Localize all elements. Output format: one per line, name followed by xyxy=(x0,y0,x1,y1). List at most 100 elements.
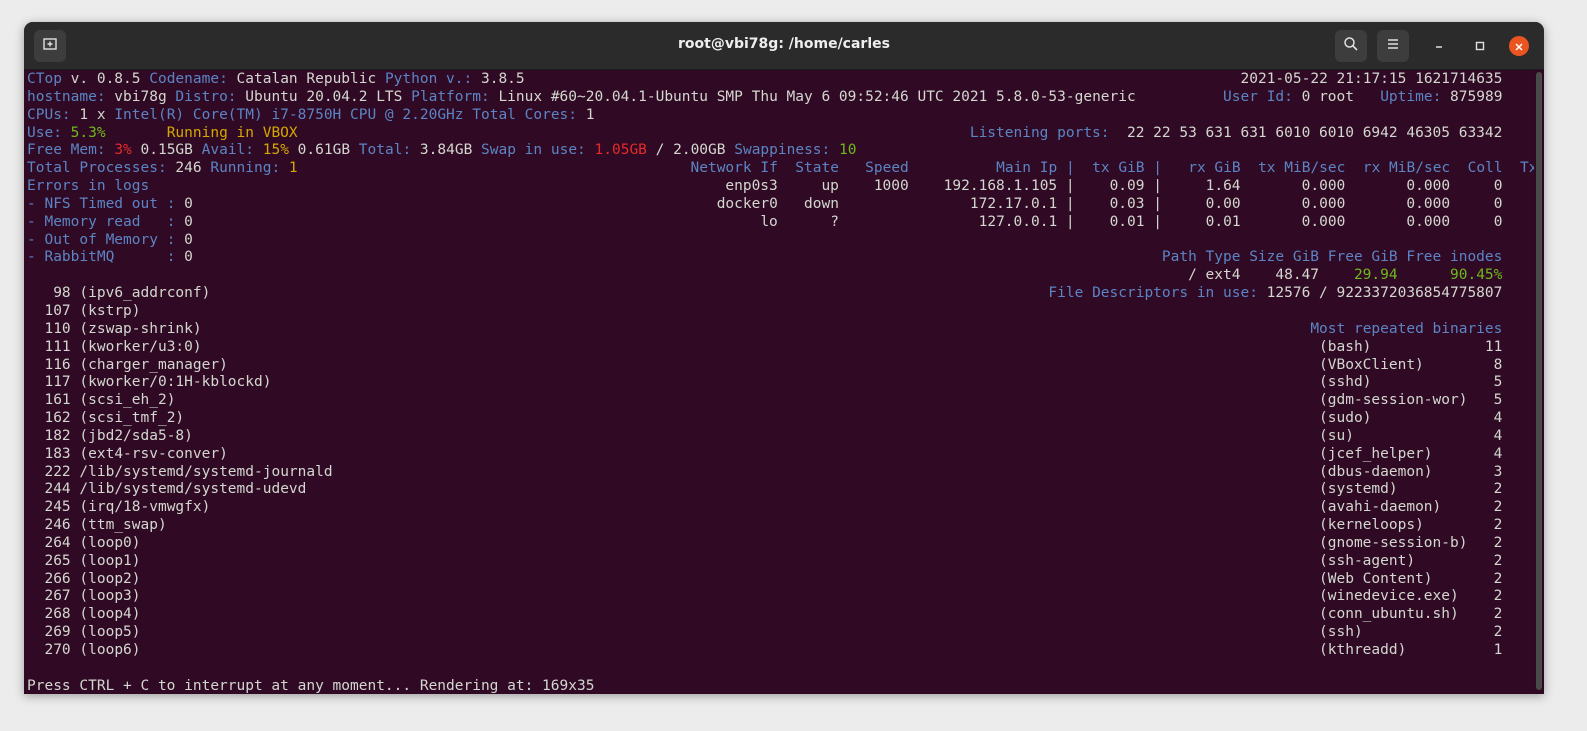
maximize-icon xyxy=(1474,37,1486,56)
process-row: 162 (scsi_tmf_2) (sudo) 4 xyxy=(27,410,1534,428)
process-row: 264 (loop0) (gnome-session-b) 2 xyxy=(27,535,1534,553)
avail-label: Avail: xyxy=(201,142,255,159)
process-row: 222 /lib/systemd/systemd-journald (dbus-… xyxy=(27,464,1534,482)
repeated-name: (bash) xyxy=(1319,338,1372,355)
network-cell-iface: docker0 xyxy=(716,195,778,212)
repeated-name: (ssh-agent) xyxy=(1319,552,1416,569)
network-cell-tx: 0.09 xyxy=(1109,178,1145,195)
error-value: 0 xyxy=(184,249,193,266)
process-row: 161 (scsi_eh_2) (gdm-session-wor) 5 xyxy=(27,392,1534,410)
swap-label: Swap in use: xyxy=(481,142,586,159)
search-button[interactable] xyxy=(1335,30,1367,62)
network-column-header: Main Ip xyxy=(996,160,1058,177)
error-label: - Memory read xyxy=(27,213,158,230)
network-cell-rxs: 0.000 xyxy=(1406,213,1451,230)
uptime-value: 875989 xyxy=(1441,88,1503,105)
hostname-label: hostname: xyxy=(27,88,106,105)
close-icon xyxy=(1514,37,1524,56)
network-column-header: Speed xyxy=(865,160,909,177)
repeated-name: (winedevice.exe) xyxy=(1319,588,1459,605)
process-row: 110 (zswap-shrink) Most repeated binarie… xyxy=(27,321,1534,339)
hostname-value: vbi78g xyxy=(105,88,176,105)
process-pid: 117 xyxy=(44,374,71,391)
hamburger-menu-icon xyxy=(1385,36,1401,56)
repeated-name: (conn_ubuntu.sh) xyxy=(1319,606,1459,623)
process-row: 244 /lib/systemd/systemd-udevd (systemd)… xyxy=(27,481,1534,499)
disk-size: 48.47 xyxy=(1275,267,1320,284)
use-label: Use: xyxy=(27,124,62,141)
process-pid: 98 xyxy=(53,285,71,302)
procs-value: 246 xyxy=(166,160,211,177)
ports-label: Listening ports: xyxy=(969,124,1110,141)
minimize-button[interactable] xyxy=(1429,36,1449,56)
repeated-name: (systemd) xyxy=(1319,481,1398,498)
network-cell-state: up xyxy=(821,178,839,195)
datetime-value: 2021-05-22 21:17:15 1621714635 xyxy=(1240,71,1503,87)
scrollbar[interactable] xyxy=(1536,72,1542,690)
process-pid: 265 xyxy=(44,552,71,569)
process-name: (ipv6_addrconf) xyxy=(79,285,211,302)
disk-path: / xyxy=(1188,267,1197,284)
error-row: - Out of Memory : 0 xyxy=(27,231,193,248)
ports-value: 22 22 53 631 631 6010 6010 6942 46305 63… xyxy=(1109,124,1503,141)
repeated-name: (jcef_helper) xyxy=(1319,445,1433,462)
process-pid: 111 xyxy=(44,338,71,355)
ctop-label: CTop xyxy=(27,71,62,87)
network-cell-ip: 127.0.0.1 xyxy=(978,213,1058,230)
maximize-button[interactable] xyxy=(1470,36,1490,56)
network-cell-state: down xyxy=(804,195,839,212)
total-value: 3.84GB xyxy=(411,142,482,159)
terminal-screen[interactable]: CTop v. 0.8.5 Codename: Catalan Republic… xyxy=(24,70,1534,694)
repeated-count: 2 xyxy=(1493,570,1503,587)
swap-total: / 2.00GB xyxy=(646,142,735,159)
header-row-4: Use: 5.3% Running in VBOX Listening port… xyxy=(27,125,1534,143)
network-cell-iface: enp0s3 xyxy=(725,178,778,195)
cpus-count: 1 x xyxy=(70,106,115,123)
process-name: (loop2) xyxy=(79,570,141,587)
network-cell-ip: 192.168.1.105 xyxy=(943,178,1058,195)
repeated-name: (sshd) xyxy=(1319,374,1372,391)
header-row-2: hostname: vbi78g Distro: Ubuntu 20.04.2 … xyxy=(27,89,1534,107)
repeated-count: 2 xyxy=(1493,499,1503,516)
network-column-header: Network If xyxy=(690,160,778,177)
process-row: 246 (ttm_swap) (kerneloops) 2 xyxy=(27,517,1534,535)
footer-row: Press CTRL + C to interrupt at any momen… xyxy=(27,678,1534,694)
process-name: (scsi_tmf_2) xyxy=(79,410,185,427)
repeated-name: (su) xyxy=(1319,427,1354,444)
repeated-count: 2 xyxy=(1493,588,1503,605)
process-pid: 162 xyxy=(44,410,71,427)
network-cell-txs: 0.000 xyxy=(1301,213,1346,230)
procs-label: Total Processes: xyxy=(27,160,167,177)
process-pid: 245 xyxy=(44,499,71,516)
process-row: 183 (ext4-rsv-conver) (jcef_helper) 4 xyxy=(27,446,1534,464)
uptime-label: Uptime: xyxy=(1380,88,1442,105)
process-pid: 110 xyxy=(44,320,71,337)
error-label: - NFS Timed out xyxy=(27,195,158,212)
repeated-name: (avahi-daemon) xyxy=(1319,499,1442,516)
footer-status: Press CTRL + C to interrupt at any momen… xyxy=(27,677,595,694)
close-button[interactable] xyxy=(1509,36,1529,56)
repeated-count: 5 xyxy=(1493,374,1503,391)
network-cell-txs: 0.000 xyxy=(1301,178,1346,195)
process-row: 117 (kworker/0:1H-kblockd) (sshd) 5 xyxy=(27,374,1534,392)
repeated-name: (kthreadd) xyxy=(1319,642,1407,658)
python-value: 3.8.5 xyxy=(472,71,525,87)
network-cell-rx: 0.01 xyxy=(1205,213,1241,230)
repeated-count: 2 xyxy=(1493,624,1503,641)
network-cell-rx: 0.00 xyxy=(1205,195,1241,212)
process-pid: 270 xyxy=(44,642,71,658)
repeated-count: 2 xyxy=(1493,517,1503,534)
repeated-name: (ssh) xyxy=(1319,624,1363,641)
menu-button[interactable] xyxy=(1377,30,1409,62)
process-row: 269 (loop5) (ssh) 2 xyxy=(27,624,1534,642)
codename-label: Codename: xyxy=(149,71,228,87)
blank-row xyxy=(27,660,1534,678)
disk-free: 29.94 xyxy=(1353,267,1398,284)
error-value: 0 xyxy=(184,195,193,212)
fd-value: 12576 / 9223372036854775807 xyxy=(1257,285,1503,302)
process-pid: 269 xyxy=(44,624,71,641)
use-value: 5.3% xyxy=(70,124,106,141)
network-column-header: tx MiB/sec xyxy=(1258,160,1346,177)
process-row: 116 (charger_manager) (VBoxClient) 8 xyxy=(27,357,1534,375)
cpus-label: CPUs: xyxy=(27,106,71,123)
